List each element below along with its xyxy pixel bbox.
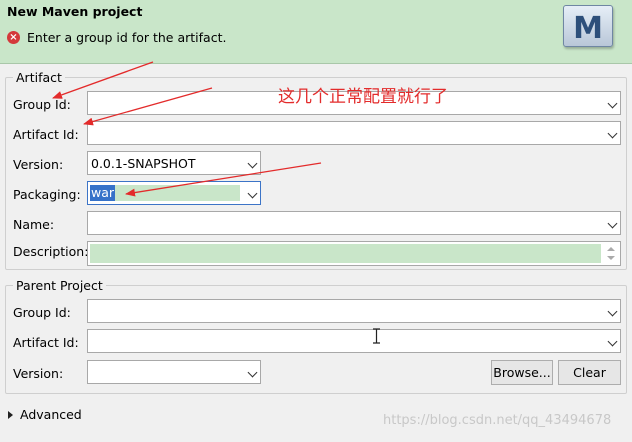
version-dropdown-icon[interactable] (242, 152, 260, 174)
name-label: Name: (13, 217, 55, 232)
parent-artifact-id-combo[interactable] (87, 329, 621, 353)
group-id-label: Group Id: (13, 97, 71, 112)
advanced-toggle[interactable]: Advanced (20, 407, 82, 422)
browse-button[interactable]: Browse... (491, 360, 553, 385)
description-label: Description: (13, 244, 89, 259)
packaging-label: Packaging: (13, 187, 81, 202)
error-icon: × (7, 31, 20, 44)
parent-version-label: Version: (13, 366, 64, 381)
text-cursor-icon (373, 328, 380, 344)
clear-button[interactable]: Clear (558, 360, 621, 385)
name-combo[interactable] (87, 211, 621, 235)
maven-logo-letter: M (573, 11, 603, 46)
parent-group-id-combo[interactable] (87, 299, 621, 323)
parent-group-id-dropdown-icon[interactable] (602, 300, 620, 322)
parent-version-combo[interactable] (87, 360, 261, 384)
watermark: https://blog.csdn.net/qq_43494678 (383, 413, 612, 428)
parent-artifact-id-dropdown-icon[interactable] (602, 330, 620, 352)
description-scrollbar[interactable] (604, 244, 618, 263)
group-id-dropdown-icon[interactable] (602, 92, 620, 114)
version-combo[interactable]: 0.0.1-SNAPSHOT (87, 151, 261, 175)
maven-logo-icon: M (563, 5, 613, 47)
wizard-title: New Maven project (7, 4, 143, 19)
artifact-id-combo[interactable] (87, 121, 621, 145)
wizard-header: New Maven project × Enter a group id for… (0, 0, 632, 64)
parent-project-group-title: Parent Project (13, 278, 106, 293)
packaging-value: war (90, 185, 116, 201)
parent-group-id-label: Group Id: (13, 305, 71, 320)
version-value: 0.0.1-SNAPSHOT (91, 156, 196, 171)
artifact-id-dropdown-icon[interactable] (602, 122, 620, 144)
packaging-combo[interactable]: war (87, 181, 261, 205)
scroll-up-icon[interactable] (607, 247, 615, 251)
version-label: Version: (13, 157, 64, 172)
description-value (90, 244, 601, 263)
artifact-group-title: Artifact (13, 70, 65, 85)
parent-version-dropdown-icon[interactable] (242, 361, 260, 383)
scroll-down-icon[interactable] (607, 256, 615, 260)
description-textarea[interactable] (87, 241, 621, 266)
annotation-text: 这几个正常配置就行了 (278, 87, 448, 107)
error-message: Enter a group id for the artifact. (27, 30, 227, 45)
artifact-id-label: Artifact Id: (13, 127, 79, 142)
packaging-dropdown-icon[interactable] (242, 182, 260, 204)
parent-artifact-id-label: Artifact Id: (13, 335, 79, 350)
expand-arrow-icon[interactable] (8, 411, 13, 419)
name-dropdown-icon[interactable] (602, 212, 620, 234)
